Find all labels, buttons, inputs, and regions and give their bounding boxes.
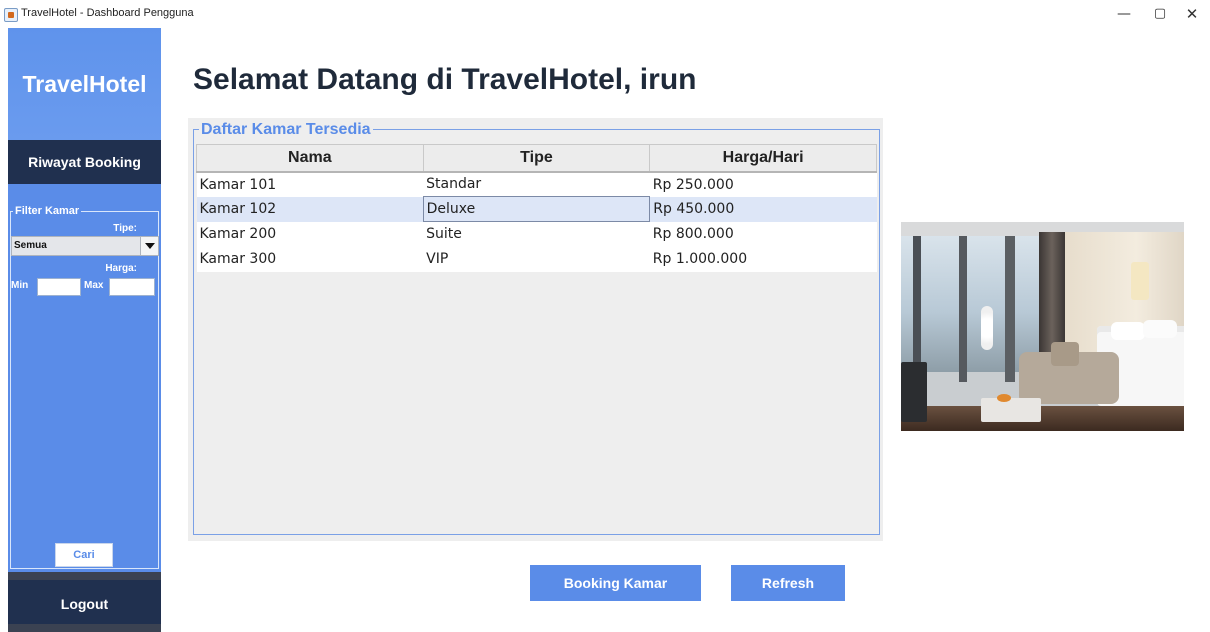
- close-button[interactable]: ✕: [1174, 4, 1210, 24]
- cell-harga[interactable]: Rp 450.000: [649, 196, 877, 222]
- photo-cushion: [1051, 342, 1079, 366]
- cell-tipe[interactable]: VIP: [423, 246, 650, 272]
- column-header-harga[interactable]: Harga/Hari: [649, 144, 877, 173]
- table-header-row: Nama Tipe Harga/Hari: [196, 144, 877, 173]
- daftar-kamar-legend: Daftar Kamar Tersedia: [199, 121, 373, 139]
- cell-tipe[interactable]: Standar: [423, 171, 650, 197]
- photo-mullion: [1005, 222, 1015, 382]
- riwayat-booking-button[interactable]: Riwayat Booking: [8, 140, 161, 184]
- column-header-tipe[interactable]: Tipe: [422, 144, 651, 173]
- cari-button[interactable]: Cari: [55, 543, 113, 567]
- booking-kamar-button[interactable]: Booking Kamar: [530, 565, 701, 601]
- photo-pillow: [1111, 322, 1145, 340]
- table-row[interactable]: Kamar 102 Deluxe Rp 450.000: [196, 196, 877, 222]
- photo-table: [981, 398, 1041, 422]
- sidebar-bottom-strip: [8, 624, 161, 632]
- hotel-room-image: [901, 222, 1184, 431]
- refresh-button[interactable]: Refresh: [731, 565, 845, 601]
- maximize-button[interactable]: ▢: [1142, 4, 1178, 24]
- cell-nama[interactable]: Kamar 200: [196, 221, 424, 247]
- table-row[interactable]: Kamar 200 Suite Rp 800.000: [196, 221, 877, 247]
- max-price-input[interactable]: [109, 278, 155, 296]
- table-row[interactable]: Kamar 300 VIP Rp 1.000.000: [196, 246, 877, 272]
- tipe-select-value: Semua: [14, 240, 47, 251]
- cell-harga[interactable]: Rp 800.000: [649, 221, 877, 247]
- tipe-label: Tipe:: [113, 223, 137, 234]
- window-title: TravelHotel - Dashboard Pengguna: [21, 7, 194, 19]
- cell-harga[interactable]: Rp 1.000.000: [649, 246, 877, 272]
- photo-stool: [901, 362, 927, 422]
- photo-mullion: [959, 222, 967, 382]
- sidebar-spacer: [8, 184, 161, 206]
- window-titlebar: TravelHotel - Dashboard Pengguna — ▢ ✕: [0, 0, 1210, 28]
- logout-button[interactable]: Logout: [8, 580, 161, 624]
- max-label: Max: [84, 280, 104, 291]
- brand-area: TravelHotel: [8, 28, 161, 140]
- photo-floor: [901, 406, 1184, 431]
- cell-tipe[interactable]: Deluxe: [422, 196, 651, 222]
- filter-kamar-group: Filter Kamar Tipe: Semua Harga: Min Max …: [10, 205, 159, 569]
- daftar-kamar-panel: Daftar Kamar Tersedia Nama Tipe Harga/Ha…: [188, 118, 883, 541]
- photo-window: [901, 222, 1041, 372]
- cell-nama[interactable]: Kamar 300: [196, 246, 424, 272]
- page-title: Selamat Datang di TravelHotel, irun: [193, 63, 697, 96]
- cell-tipe[interactable]: Suite: [423, 221, 650, 247]
- brand-logo-text: TravelHotel: [22, 71, 147, 97]
- table-row[interactable]: Kamar 101 Standar Rp 250.000: [196, 171, 877, 197]
- cell-nama[interactable]: Kamar 102: [196, 196, 424, 222]
- min-label: Min: [11, 280, 29, 291]
- photo-orchid: [981, 306, 993, 350]
- column-header-nama[interactable]: Nama: [196, 144, 424, 173]
- filter-kamar-legend: Filter Kamar: [13, 205, 82, 217]
- sidebar-divider: [8, 572, 161, 580]
- chevron-down-icon[interactable]: [140, 237, 158, 255]
- min-price-input[interactable]: [37, 278, 81, 296]
- rooms-table: Nama Tipe Harga/Hari Kamar 101 Standar R…: [196, 144, 877, 272]
- photo-mullion: [913, 222, 921, 382]
- photo-lamp: [1131, 262, 1149, 300]
- cell-nama[interactable]: Kamar 101: [196, 171, 424, 197]
- cell-harga[interactable]: Rp 250.000: [649, 171, 877, 197]
- tipe-select[interactable]: Semua: [11, 236, 159, 256]
- photo-pillow: [1143, 320, 1177, 338]
- photo-fruit: [997, 394, 1011, 402]
- minimize-button[interactable]: —: [1106, 4, 1142, 24]
- java-app-icon: [4, 8, 18, 22]
- sidebar: TravelHotel Riwayat Booking Filter Kamar…: [8, 28, 161, 632]
- harga-label: Harga:: [105, 263, 137, 274]
